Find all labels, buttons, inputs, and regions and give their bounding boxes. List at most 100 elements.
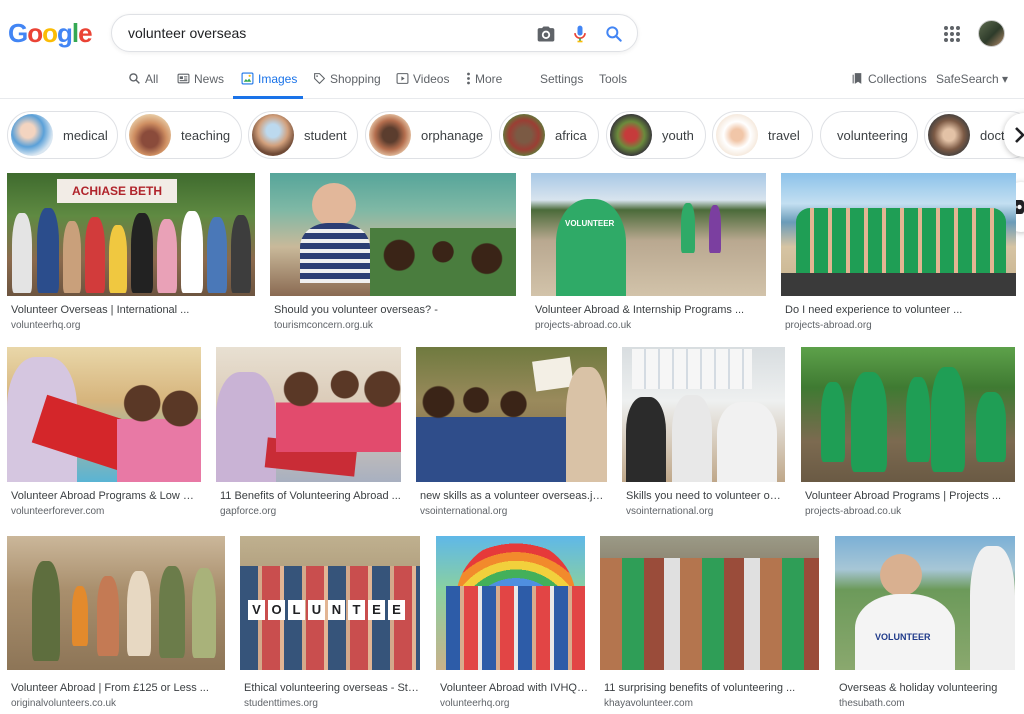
result-image[interactable] (781, 173, 1016, 296)
result-image[interactable] (216, 347, 401, 482)
search-icon (129, 73, 140, 84)
result-image[interactable] (600, 536, 819, 670)
image-result[interactable]: 11 surprising benefits of volunteering .… (600, 536, 819, 709)
chip-travel[interactable]: travel (712, 111, 813, 159)
chip-africa[interactable]: africa (499, 111, 599, 159)
result-title[interactable]: Volunteer Abroad with IVHQ | ... (440, 682, 589, 694)
search-input[interactable] (128, 23, 528, 43)
image-result[interactable]: Volunteer Abroad Programs | Projects ...… (801, 347, 1015, 519)
result-source[interactable]: vsointernational.org (420, 506, 507, 517)
person-figure (709, 205, 721, 253)
tab-more[interactable]: More (466, 71, 502, 99)
result-image[interactable]: V O L U N T E E (240, 536, 420, 670)
result-source[interactable]: projects-abroad.org (785, 320, 872, 331)
tab-news[interactable]: News (177, 71, 224, 99)
safesearch-toggle[interactable]: SafeSearch ▾ (936, 71, 1008, 99)
google-logo[interactable]: Google (8, 18, 93, 49)
image-result[interactable]: Volunteer Abroad with IVHQ | ... volunte… (436, 536, 589, 709)
related-chips: medical teaching student orphanage afric… (0, 110, 1024, 160)
image-result[interactable]: VOLUNTEER Overseas & holiday volunteerin… (835, 536, 1015, 709)
image-result[interactable]: Should you volunteer overseas? - tourism… (270, 173, 516, 333)
result-source[interactable]: projects-abroad.co.uk (805, 506, 901, 517)
result-image[interactable] (416, 347, 607, 482)
result-image[interactable] (801, 347, 1015, 482)
shirt-text: VOLUNTEER (565, 219, 615, 228)
result-title[interactable]: 11 surprising benefits of volunteering .… (604, 682, 819, 694)
result-image[interactable] (7, 347, 201, 482)
result-title[interactable]: Skills you need to volunteer over... (626, 490, 786, 502)
chip-medical[interactable]: medical (7, 111, 118, 159)
result-source[interactable]: volunteerhq.org (440, 698, 510, 709)
search-tabs: All News Images Shopping Videos More Set… (0, 64, 1024, 99)
result-title[interactable]: Volunteer Abroad Programs & Low Cos... (11, 490, 199, 502)
person-figure (976, 392, 1006, 462)
result-title[interactable]: Should you volunteer overseas? - (274, 304, 514, 316)
chip-label: teaching (181, 127, 231, 143)
search-box[interactable] (111, 14, 638, 52)
account-avatar[interactable] (978, 20, 1005, 47)
collections-button[interactable]: Collections (851, 71, 927, 99)
result-source[interactable]: vsointernational.org (626, 506, 713, 517)
microphone-icon[interactable] (570, 24, 590, 44)
image-result[interactable]: 11 Benefits of Volunteering Abroad ... g… (216, 347, 401, 519)
chip-student[interactable]: student (248, 111, 358, 159)
result-source[interactable]: tourismconcern.org.uk (274, 320, 373, 331)
result-source[interactable]: volunteerhq.org (11, 320, 81, 331)
person-figure (851, 372, 887, 472)
chip-volunteering[interactable]: volunteering (820, 111, 918, 159)
person-figure (12, 213, 32, 293)
result-title[interactable]: new skills as a volunteer overseas.jpg .… (420, 490, 607, 502)
result-title[interactable]: Ethical volunteering overseas - Stud... (244, 682, 422, 694)
chip-orphanage[interactable]: orphanage (365, 111, 492, 159)
result-source[interactable]: projects-abroad.co.uk (535, 320, 631, 331)
chip-thumbnail (252, 114, 294, 156)
image-result[interactable]: Do I need experience to volunteer ... pr… (781, 173, 1016, 333)
image-result[interactable]: Volunteer Abroad Programs & Low Cos... v… (7, 347, 201, 519)
image-result[interactable]: new skills as a volunteer overseas.jpg .… (416, 347, 607, 519)
tab-videos[interactable]: Videos (396, 71, 449, 99)
search-icon[interactable] (604, 24, 624, 44)
result-title[interactable]: Volunteer Abroad Programs | Projects ... (805, 490, 1015, 502)
image-result[interactable]: Skills you need to volunteer over... vso… (622, 347, 786, 519)
image-result[interactable]: Volunteer Abroad | From £125 or Less ...… (7, 536, 225, 709)
result-title[interactable]: Volunteer Overseas | International ... (11, 304, 251, 316)
image-result[interactable]: V O L U N T E E Ethical volunteering ove… (240, 536, 422, 709)
person-figure (906, 377, 930, 462)
person-figure (231, 215, 251, 293)
chip-label: student (304, 127, 347, 143)
result-source[interactable]: volunteerforever.com (11, 506, 104, 517)
result-image[interactable] (436, 536, 585, 670)
play-icon (396, 73, 409, 84)
tab-label: Videos (413, 72, 450, 86)
result-image[interactable]: VOLUNTEER (835, 536, 1015, 670)
tab-images[interactable]: Images (233, 71, 303, 99)
camera-icon[interactable] (536, 24, 556, 44)
tab-all[interactable]: All (128, 71, 158, 99)
result-title[interactable]: 11 Benefits of Volunteering Abroad ... (220, 490, 401, 502)
result-source[interactable]: originalvolunteers.co.uk (11, 698, 116, 709)
image-result[interactable]: VOLUNTEER Volunteer Abroad & Internship … (531, 173, 766, 333)
result-image[interactable]: VOLUNTEER (531, 173, 766, 296)
tab-shopping[interactable]: Shopping (313, 71, 381, 99)
result-source[interactable]: khayavolunteer.com (604, 698, 693, 709)
result-title[interactable]: Overseas & holiday volunteering (839, 682, 1015, 694)
tab-settings[interactable]: Settings (540, 71, 583, 99)
result-image[interactable] (7, 536, 225, 670)
tag-icon (314, 73, 326, 85)
poster (532, 356, 574, 392)
result-image[interactable] (622, 347, 785, 482)
result-title[interactable]: Volunteer Abroad | From £125 or Less ... (11, 682, 225, 694)
apps-grid-icon[interactable] (943, 25, 961, 43)
result-title[interactable]: Do I need experience to volunteer ... (785, 304, 1016, 316)
result-title[interactable]: Volunteer Abroad & Internship Programs .… (535, 304, 766, 316)
result-source[interactable]: studenttimes.org (244, 698, 318, 709)
letter-sign: U (308, 600, 325, 620)
chip-youth[interactable]: youth (606, 111, 706, 159)
result-source[interactable]: thesubath.com (839, 698, 905, 709)
chip-teaching[interactable]: teaching (125, 111, 242, 159)
image-result[interactable]: ACHIASE BETH Volunteer Overseas | Intern… (7, 173, 255, 333)
result-image[interactable]: ACHIASE BETH (7, 173, 255, 296)
result-source[interactable]: gapforce.org (220, 506, 276, 517)
tab-tools[interactable]: Tools (599, 71, 627, 99)
result-image[interactable] (270, 173, 516, 296)
